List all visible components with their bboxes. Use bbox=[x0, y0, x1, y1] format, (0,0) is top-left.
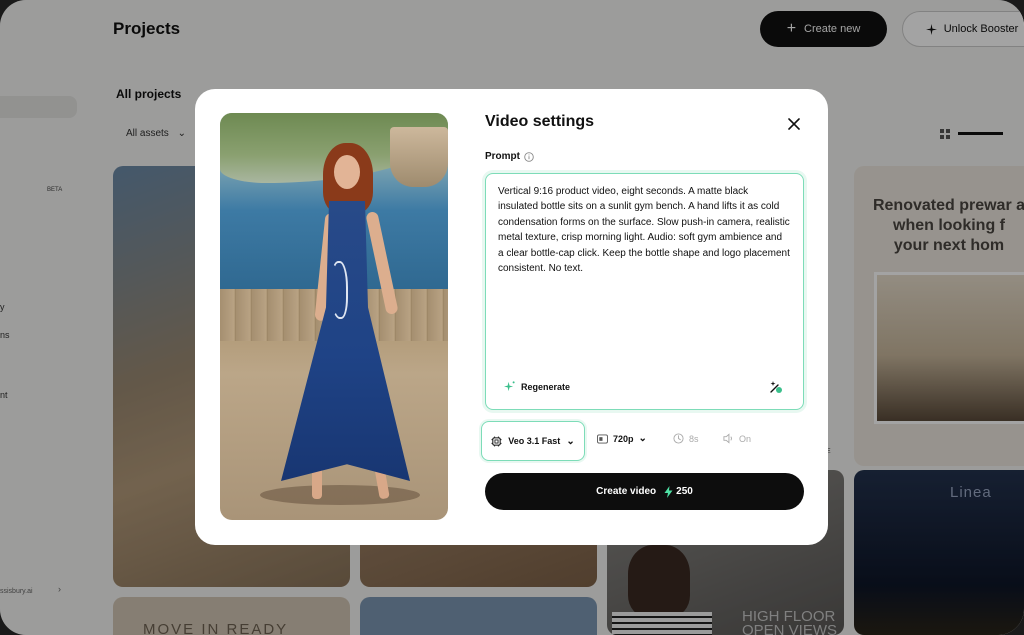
magic-enhance-icon[interactable] bbox=[769, 380, 783, 394]
chevron-down-icon: ⌄ bbox=[566, 435, 575, 447]
chevron-down-icon: ⌄ bbox=[638, 433, 647, 444]
preview-shadow bbox=[260, 485, 420, 505]
preview-dress bbox=[281, 201, 410, 481]
prompt-textarea[interactable]: Vertical 9:16 product video, eight secon… bbox=[485, 173, 804, 410]
sparkle-icon bbox=[504, 381, 515, 392]
clock-icon bbox=[673, 433, 684, 444]
resolution-select[interactable]: 720p ⌄ bbox=[597, 433, 647, 444]
audio-value: On bbox=[739, 433, 752, 444]
duration-value: 8s bbox=[689, 433, 699, 444]
credit-value: 250 bbox=[676, 486, 693, 497]
modal-title: Video settings bbox=[485, 113, 595, 130]
model-value: Veo 3.1 Fast bbox=[508, 436, 561, 446]
app-window: BETA y ns nt ssisbury.ai › Projects + Cr… bbox=[0, 0, 1024, 635]
model-select[interactable]: Veo 3.1 Fast ⌄ bbox=[481, 421, 585, 461]
audio-toggle[interactable]: On bbox=[723, 433, 751, 444]
create-video-label: Create video bbox=[596, 486, 657, 497]
close-icon bbox=[788, 118, 800, 130]
close-button[interactable] bbox=[783, 113, 805, 135]
credit-cost: 250 bbox=[664, 485, 693, 498]
bolt-icon bbox=[664, 485, 673, 498]
resolution-icon bbox=[597, 434, 608, 443]
prompt-label: Prompt bbox=[485, 151, 520, 162]
preview-image bbox=[220, 113, 448, 520]
chip-icon bbox=[491, 435, 502, 447]
resolution-value: 720p bbox=[613, 433, 634, 444]
video-settings-modal: Video settings Prompt Vertical 9:16 prod… bbox=[195, 89, 828, 545]
duration-select[interactable]: 8s bbox=[673, 433, 699, 444]
seahorse-embroidery bbox=[330, 261, 348, 319]
create-video-button[interactable]: Create video 250 bbox=[485, 473, 804, 510]
prompt-text[interactable]: Vertical 9:16 product video, eight secon… bbox=[498, 184, 790, 276]
regenerate-button[interactable]: Regenerate bbox=[504, 381, 570, 392]
preview-face bbox=[334, 155, 360, 189]
regenerate-label: Regenerate bbox=[521, 381, 571, 392]
speaker-icon bbox=[723, 433, 732, 444]
info-icon[interactable] bbox=[524, 152, 534, 162]
preview-town bbox=[390, 127, 448, 187]
